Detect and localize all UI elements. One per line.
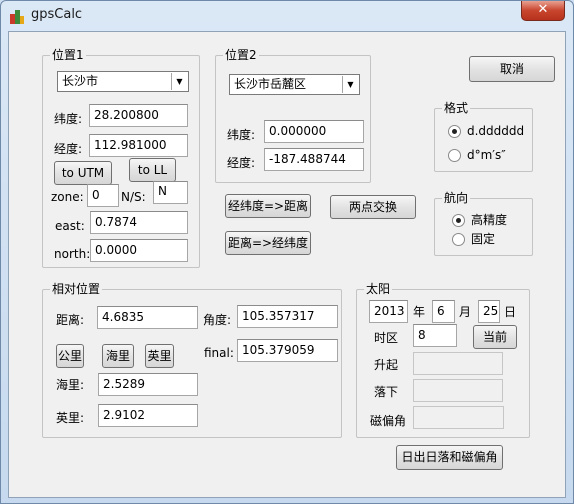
chevron-down-icon: ▼ xyxy=(342,76,358,93)
close-icon[interactable]: ✕ xyxy=(521,1,565,21)
declination-output xyxy=(413,406,504,429)
zone-label: zone: xyxy=(51,190,84,204)
sunrise-sunset-declination-button[interactable]: 日出日落和磁偏角 xyxy=(396,445,503,470)
north-label: north: xyxy=(54,247,91,261)
position1-lat-input[interactable]: 28.200800 xyxy=(89,104,188,127)
position1-city-value: 长沙市 xyxy=(62,74,99,88)
heading-legend: 航向 xyxy=(442,191,471,205)
position1-lat-label: 纬度: xyxy=(54,112,83,126)
angle-input[interactable]: 105.357317 xyxy=(237,305,338,328)
mile-input[interactable]: 2.9102 xyxy=(98,404,198,427)
to-ll-button[interactable]: to LL xyxy=(129,158,176,182)
window-title: gpsCalc xyxy=(31,7,83,22)
position1-city-select[interactable]: 长沙市 ▼ xyxy=(57,71,189,92)
month-label: 月 xyxy=(459,305,472,319)
nautical-mile-button[interactable]: 海里 xyxy=(102,344,134,368)
angle-label: 角度: xyxy=(203,313,232,327)
nautical-mile-input[interactable]: 2.5289 xyxy=(98,373,198,396)
timezone-label: 时区 xyxy=(374,331,399,345)
main-panel: 取消 位置1 长沙市 ▼ 纬度: 28.200800 经度: 112.98100… xyxy=(8,31,566,498)
app-icon xyxy=(9,8,25,24)
format-option-dms-radio[interactable] xyxy=(448,149,461,162)
chevron-down-icon: ▼ xyxy=(171,73,187,90)
latlon-to-distance-button[interactable]: 经纬度=>距离 xyxy=(225,194,311,218)
relative-position-group: 相对位置 距离: 4.6835 角度: 105.357317 公里 海里 英里 … xyxy=(42,282,342,438)
position2-legend: 位置2 xyxy=(223,48,259,62)
ns-label: N/S: xyxy=(121,190,146,204)
position1-lon-label: 经度: xyxy=(54,142,83,156)
zone-input[interactable]: 0 xyxy=(87,184,119,207)
position2-group: 位置2 长沙市岳麓区 ▼ 纬度: 0.000000 经度: -187.48874… xyxy=(215,48,371,183)
final-input[interactable]: 105.379059 xyxy=(237,339,338,362)
to-utm-button[interactable]: to UTM xyxy=(54,161,112,185)
now-button[interactable]: 当前 xyxy=(473,325,517,349)
north-input[interactable]: 0.0000 xyxy=(90,239,188,262)
app-window: gpsCalc ✕ 取消 位置1 长沙市 ▼ 纬度: 28.200800 经度:… xyxy=(0,0,574,504)
heading-option-fixed-label: 固定 xyxy=(471,232,496,246)
nautical-mile-row-label: 海里: xyxy=(56,378,85,392)
year-label: 年 xyxy=(413,305,426,319)
day-label: 日 xyxy=(504,305,517,319)
format-option-dms-label: d°m′s″ xyxy=(467,148,506,162)
position1-group: 位置1 长沙市 ▼ 纬度: 28.200800 经度: 112.981000 t… xyxy=(42,48,200,268)
format-legend: 格式 xyxy=(442,101,471,115)
position2-lon-input[interactable]: -187.488744 xyxy=(264,148,364,171)
position2-lon-label: 经度: xyxy=(227,156,256,170)
final-label: final: xyxy=(204,346,234,360)
position2-lat-input[interactable]: 0.000000 xyxy=(264,120,364,143)
distance-input[interactable]: 4.6835 xyxy=(97,306,198,329)
format-option-decimal-radio[interactable] xyxy=(448,125,461,138)
cancel-button[interactable]: 取消 xyxy=(469,56,555,82)
declination-label: 磁偏角 xyxy=(370,414,407,428)
heading-option-precise-radio[interactable] xyxy=(452,214,465,227)
format-option-decimal-label: d.dddddd xyxy=(467,124,525,138)
format-group: 格式 d.dddddd d°m′s″ xyxy=(434,101,533,172)
ns-input[interactable]: N xyxy=(153,181,188,204)
day-input[interactable]: 25 xyxy=(478,300,500,323)
sunrise-label: 升起 xyxy=(374,358,399,372)
sunset-label: 落下 xyxy=(374,385,399,399)
mile-row-label: 英里: xyxy=(56,411,85,425)
position1-legend: 位置1 xyxy=(50,48,86,62)
distance-label: 距离: xyxy=(56,313,85,327)
heading-option-precise-label: 高精度 xyxy=(471,213,508,227)
sunrise-output xyxy=(413,352,503,375)
sun-group: 太阳 2013 年 6 月 25 日 时区 8 当前 升起 落下 磁偏角 xyxy=(356,282,530,438)
distance-to-latlon-button[interactable]: 距离=>经纬度 xyxy=(225,231,311,255)
position2-lat-label: 纬度: xyxy=(227,128,256,142)
east-label: east: xyxy=(55,219,85,233)
timezone-input[interactable]: 8 xyxy=(413,324,457,347)
heading-option-fixed-radio[interactable] xyxy=(452,233,465,246)
swap-points-button[interactable]: 两点交换 xyxy=(330,195,416,219)
km-button[interactable]: 公里 xyxy=(56,344,84,368)
position2-city-value: 长沙市岳麓区 xyxy=(234,77,307,91)
east-input[interactable]: 0.7874 xyxy=(90,211,188,234)
sun-legend: 太阳 xyxy=(364,282,393,296)
position1-lon-input[interactable]: 112.981000 xyxy=(89,134,188,157)
heading-group: 航向 高精度 固定 xyxy=(434,191,533,256)
title-bar[interactable]: gpsCalc ✕ xyxy=(1,1,573,31)
sunset-output xyxy=(413,379,503,402)
position2-city-select[interactable]: 长沙市岳麓区 ▼ xyxy=(229,74,360,95)
relative-position-legend: 相对位置 xyxy=(50,282,103,296)
year-input[interactable]: 2013 xyxy=(369,300,408,323)
month-input[interactable]: 6 xyxy=(432,300,455,323)
mile-button[interactable]: 英里 xyxy=(145,344,174,368)
